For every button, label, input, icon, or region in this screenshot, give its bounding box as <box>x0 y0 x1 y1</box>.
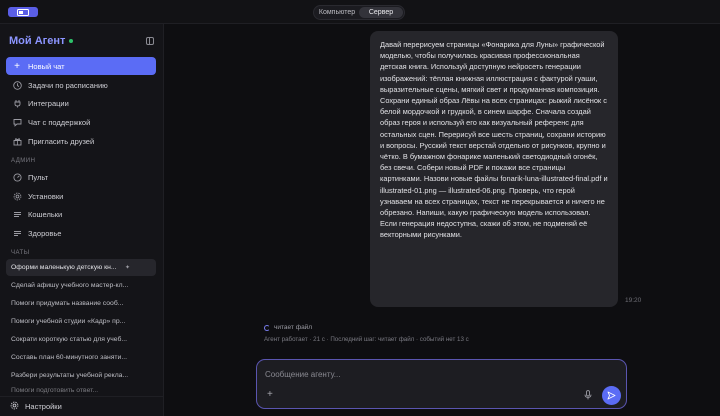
attach-plus-icon[interactable]: + <box>267 389 273 400</box>
gift-icon <box>12 136 22 146</box>
nav-label: Интеграции <box>28 98 69 108</box>
nav-label: Задачи по расписанию <box>28 80 108 90</box>
plus-icon: + <box>14 60 20 72</box>
chat-item[interactable]: Разбери результаты учебной рекла... <box>6 367 156 384</box>
send-icon <box>607 391 616 400</box>
agent-status: читает файл <box>264 324 312 331</box>
pulse-icon <box>12 228 22 238</box>
spinner-icon <box>264 324 270 331</box>
mode-switch: Компьютер Сервер <box>313 5 405 20</box>
chat-item[interactable]: Помоги подготовить ответ... <box>6 384 156 396</box>
sidebar: Мой Агент + Новый чат Задачи по расписан… <box>0 24 164 416</box>
settings-label: Настройки <box>25 402 62 411</box>
status-text: читает файл <box>274 324 313 331</box>
chat-item[interactable]: Составь план 60-минутного заняти... <box>6 349 156 366</box>
chat-title: Сократи короткую статью для учеб... <box>11 336 128 343</box>
dashboard-icon <box>12 172 22 182</box>
nav-support-chat[interactable]: Чат с поддержкой <box>6 113 156 131</box>
window-icon[interactable] <box>8 7 38 17</box>
nav-scheduled-tasks[interactable]: Задачи по расписанию <box>6 76 156 94</box>
settings-button[interactable]: Настройки <box>0 396 164 416</box>
admin-section-label: АДМИН <box>11 158 36 164</box>
nav-label: Установки <box>28 191 64 201</box>
send-button[interactable] <box>602 386 621 405</box>
wallet-icon <box>12 209 22 219</box>
chat-item[interactable]: Помоги учебной студии «Кадр» пр... <box>6 313 156 330</box>
chat-title: Помоги учебной студии «Кадр» пр... <box>11 318 126 325</box>
chat-title: Составь план 60-минутного заняти... <box>11 354 128 361</box>
new-chat-button[interactable]: + Новый чат <box>6 57 156 75</box>
nav-dashboard[interactable]: Пульт <box>6 168 156 186</box>
chat-title: Помоги придумать название сооб... <box>11 300 124 307</box>
star-icon[interactable]: ✦ <box>125 264 130 271</box>
nav-wallets[interactable]: Кошельки <box>6 205 156 223</box>
gear-icon <box>12 191 22 201</box>
message-input[interactable] <box>265 367 565 381</box>
plug-icon <box>12 98 22 108</box>
gear-icon <box>10 401 19 412</box>
nav-label: Пригласить друзей <box>28 136 95 146</box>
nav-label: Новый чат <box>28 61 65 71</box>
nav-health[interactable]: Здоровье <box>6 224 156 242</box>
nav-label: Кошельки <box>28 209 63 219</box>
chat-area: Давай перерисуем страницы «Фонарика для … <box>164 24 720 416</box>
chat-item[interactable]: Помоги придумать название сооб... <box>6 295 156 312</box>
chat-title: Разбери результаты учебной рекла... <box>11 372 129 379</box>
nav-integrations[interactable]: Интеграции <box>6 94 156 112</box>
mode-computer[interactable]: Компьютер <box>315 7 359 18</box>
chats-section-label: ЧАТЫ <box>11 250 30 256</box>
brand-label: Мой Агент <box>9 35 66 47</box>
message-time: 19:20 <box>625 297 642 304</box>
nav-invite-friends[interactable]: Пригласить друзей <box>6 132 156 150</box>
collapse-sidebar-icon[interactable] <box>146 37 154 45</box>
top-bar: Компьютер Сервер <box>0 0 720 24</box>
chat-item[interactable]: Сделай афишу учебного мастер-кл... <box>6 277 156 294</box>
chat-item[interactable]: Сократи короткую статью для учеб... <box>6 331 156 348</box>
brand-title: Мой Агент <box>9 35 74 47</box>
composer: + <box>256 359 627 409</box>
chat-title: Оформи маленькую детскую кн... <box>11 264 117 271</box>
nav-label: Чат с поддержкой <box>28 117 91 127</box>
chat-icon <box>12 117 22 127</box>
chat-title: Помоги подготовить ответ... <box>11 386 99 394</box>
nav-label: Пульт <box>28 172 49 182</box>
microphone-icon[interactable] <box>583 390 593 400</box>
chat-item[interactable]: Оформи маленькую детскую кн... ✦ <box>6 259 156 276</box>
nav-label: Здоровье <box>28 228 62 238</box>
online-dot-icon <box>69 39 74 43</box>
user-message: Давай перерисуем страницы «Фонарика для … <box>370 31 618 307</box>
chat-title: Сделай афишу учебного мастер-кл... <box>11 282 129 289</box>
clock-icon <box>12 80 22 90</box>
agent-meta: Агент работает · 21 с · Последний шаг: ч… <box>264 336 469 343</box>
nav-settings-admin[interactable]: Установки <box>6 187 156 205</box>
mode-server[interactable]: Сервер <box>359 7 403 18</box>
